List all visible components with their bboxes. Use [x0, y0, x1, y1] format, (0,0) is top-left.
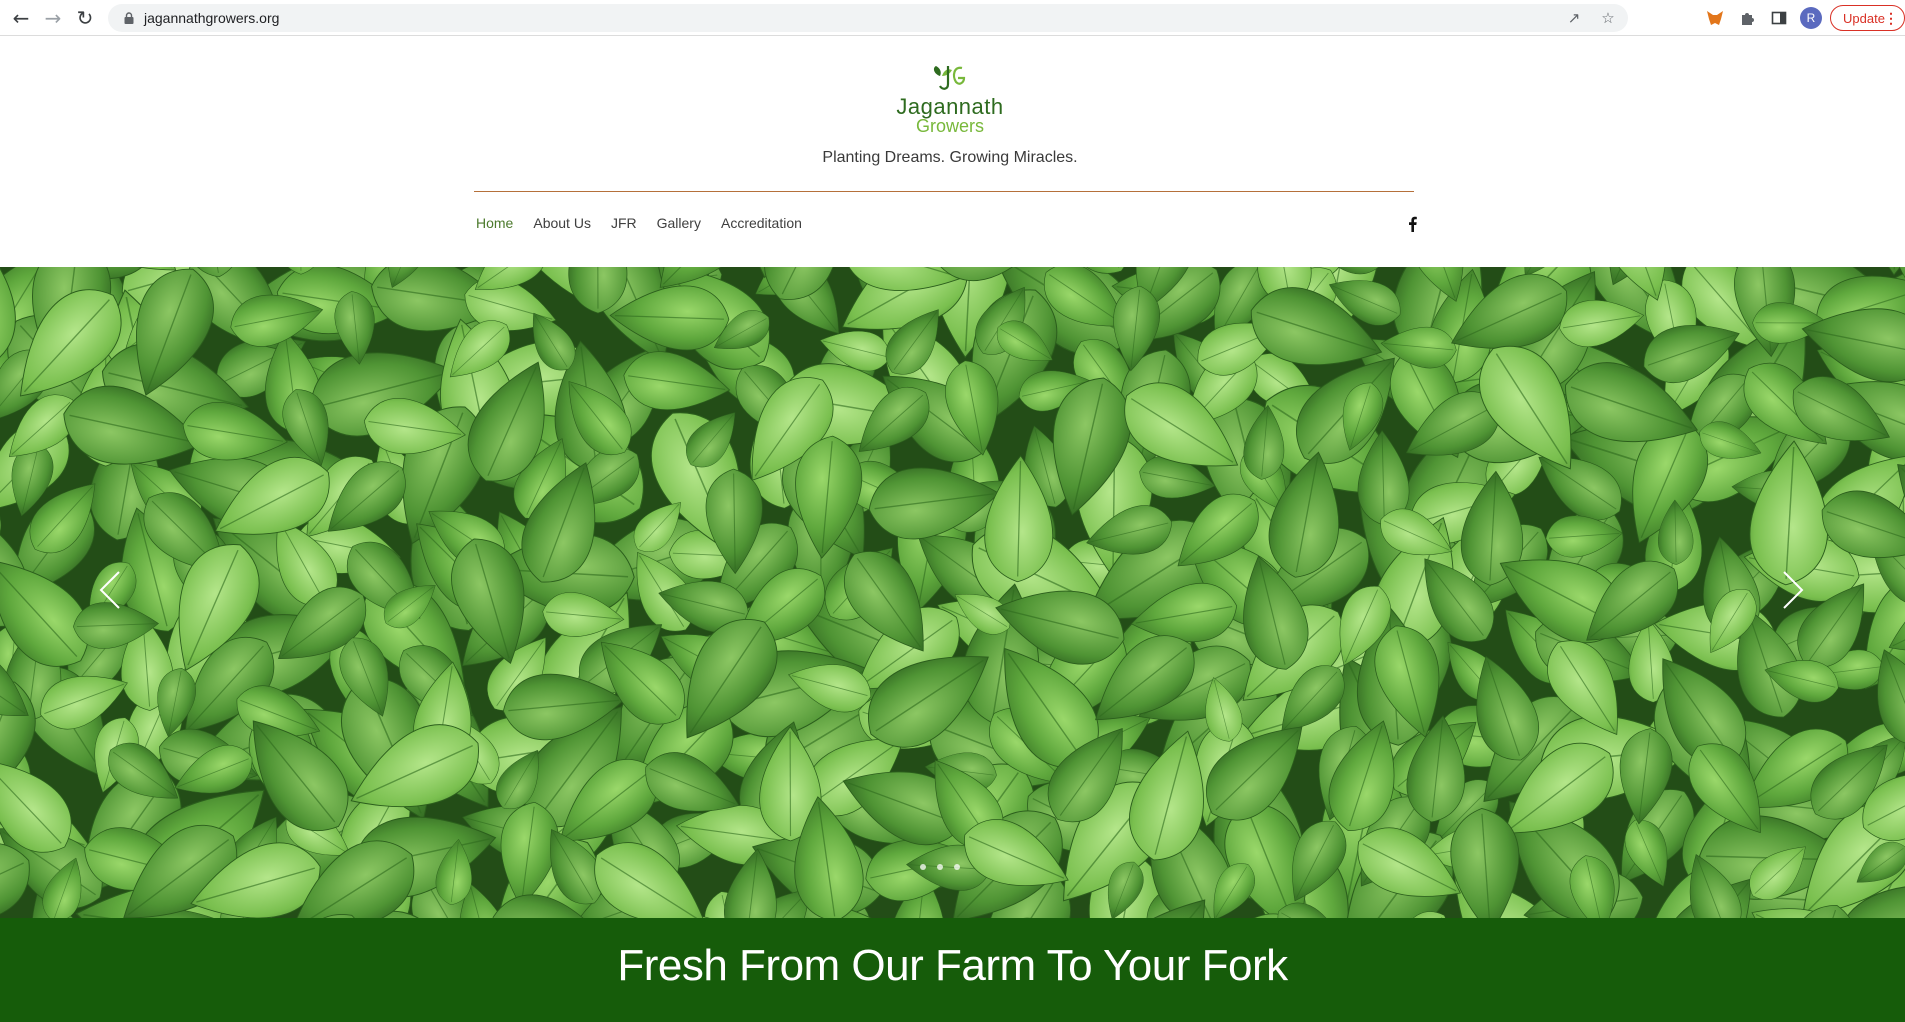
lock-icon[interactable] [122, 11, 136, 25]
banner-heading: Fresh From Our Farm To Your Fork [617, 941, 1288, 990]
nav-item-about-us[interactable]: About Us [533, 215, 591, 235]
address-bar[interactable]: jagannathgrowers.org ↗ ☆ [108, 4, 1628, 32]
logo-leaf-icon [933, 66, 966, 90]
slide-dot-3[interactable] [954, 864, 960, 870]
slide-indicators [920, 864, 960, 870]
nav-item-home[interactable]: Home [476, 215, 513, 235]
metamask-extension-icon[interactable] [1702, 5, 1728, 31]
slide-dot-1[interactable] [920, 864, 926, 870]
share-icon[interactable]: ↗ [1562, 6, 1586, 30]
url-text[interactable]: jagannathgrowers.org [144, 10, 279, 26]
tagline-banner: Fresh From Our Farm To Your Fork [0, 918, 1905, 1022]
reload-button[interactable]: ↻ [70, 3, 100, 33]
extensions-puzzle-icon[interactable] [1734, 5, 1760, 31]
update-button[interactable]: Update ⋮ [1830, 5, 1905, 31]
hero-slideshow[interactable] [0, 267, 1905, 918]
logo-subname: Growers [915, 116, 984, 136]
mint-leaves-image [0, 267, 1905, 918]
main-navigation: Home About Us JFR Gallery Accreditation [476, 215, 802, 235]
slide-dot-2[interactable] [937, 864, 943, 870]
nav-item-jfr[interactable]: JFR [611, 215, 637, 235]
side-panel-icon[interactable] [1766, 5, 1792, 31]
nav-item-accreditation[interactable]: Accreditation [721, 215, 802, 235]
previous-slide-arrow[interactable] [95, 565, 125, 615]
header-divider [474, 191, 1414, 192]
next-slide-arrow[interactable] [1778, 565, 1808, 615]
update-label: Update [1843, 10, 1885, 26]
forward-button[interactable]: → [38, 3, 68, 33]
site-logo[interactable]: Jagannath Growers [880, 62, 1020, 138]
nav-item-gallery[interactable]: Gallery [657, 215, 701, 235]
kebab-menu-icon[interactable]: ⋮ [1884, 10, 1898, 27]
back-button[interactable]: ← [6, 3, 36, 33]
profile-avatar[interactable]: R [1800, 7, 1822, 29]
facebook-icon[interactable] [1404, 214, 1420, 234]
site-tagline: Planting Dreams. Growing Miracles. [822, 149, 1078, 166]
bookmark-star-icon[interactable]: ☆ [1596, 6, 1620, 30]
browser-toolbar: ← → ↻ jagannathgrowers.org ↗ ☆ R Update … [0, 0, 1905, 36]
